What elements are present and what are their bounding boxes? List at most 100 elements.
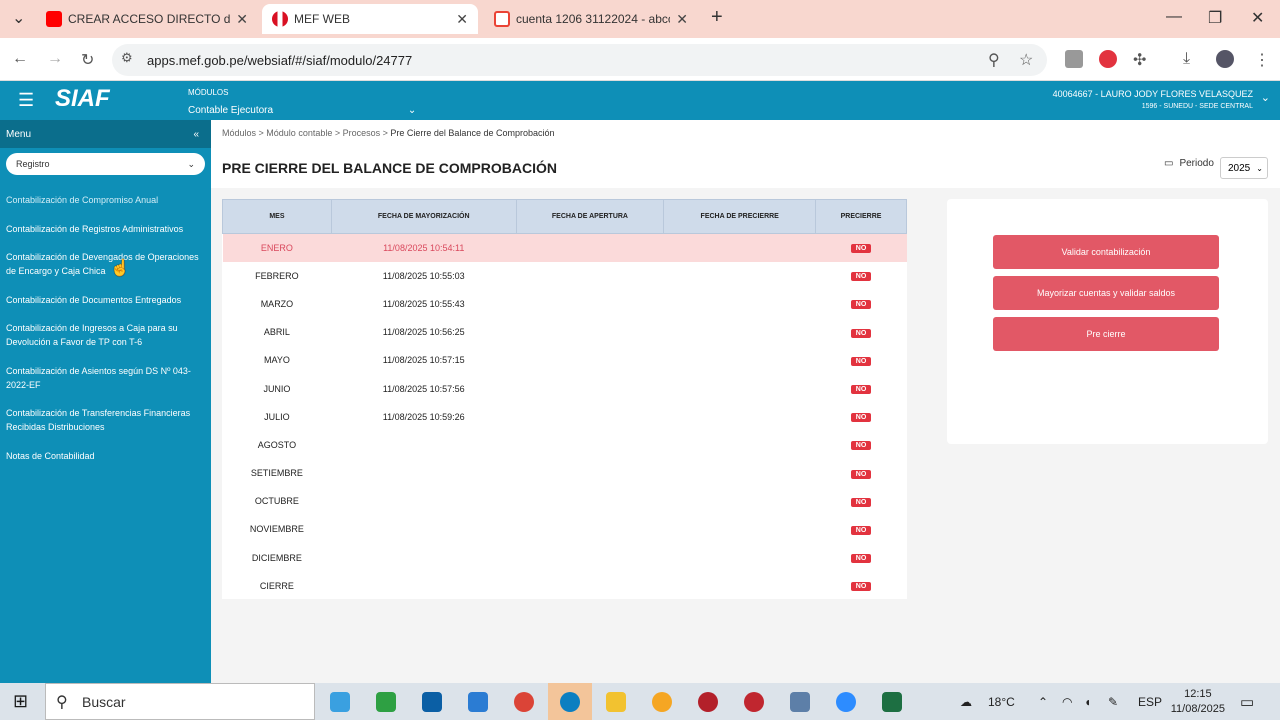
browser-menu-icon[interactable]: ⋮ — [1254, 50, 1270, 70]
menu-section-select[interactable]: Registro ⌄ — [6, 153, 205, 175]
table-row[interactable]: MARZO 11/08/2025 10:55:43 NO — [223, 290, 907, 318]
breadcrumb-item[interactable]: Módulos — [222, 128, 256, 138]
app-icon-3[interactable] — [652, 692, 672, 712]
app-icon-6[interactable] — [790, 692, 810, 712]
cell-precierre: NO — [816, 515, 907, 543]
excel-icon[interactable] — [882, 692, 902, 712]
module-selector[interactable]: Contable Ejecutora ⌄ — [188, 105, 416, 116]
taskbar-search[interactable]: ⚲ Buscar — [45, 683, 315, 720]
adblock-icon[interactable] — [1099, 50, 1117, 68]
sidebar-item-ingresos[interactable]: Contabilización de Ingresos a Caja para … — [0, 321, 211, 349]
windows-start-icon[interactable]: ⊞ — [13, 691, 28, 712]
back-icon[interactable]: ← — [12, 50, 28, 68]
validar-contabilizacion-button[interactable]: Validar contabilización — [993, 235, 1219, 269]
table-row[interactable]: CIERRE NO — [223, 572, 907, 600]
cell-fecha — [331, 515, 516, 543]
col-header-mayorizacion[interactable]: FECHA DE MAYORIZACIÓN — [330, 199, 517, 234]
col-header-fecha-precierre[interactable]: FECHA DE PRECIERRE — [663, 199, 817, 234]
url-bar[interactable]: apps.mef.gob.pe/websiaf/#/siaf/modulo/24… — [112, 44, 1047, 76]
table-row[interactable]: ENERO 11/08/2025 10:54:11 NO — [222, 233, 907, 262]
extensions-puzzle-icon[interactable]: ✣ — [1133, 50, 1146, 70]
close-window-icon[interactable]: ✕ — [1251, 8, 1264, 28]
months-table-card: MES FECHA DE MAYORIZACIÓN FECHA DE APERT… — [222, 199, 907, 599]
search-icon: ⚲ — [56, 694, 68, 711]
volume-icon[interactable]: ◖ — [1084, 695, 1091, 709]
table-row[interactable]: SETIEMBRE NO — [223, 459, 907, 487]
close-tab-icon[interactable]: ✕ — [676, 11, 688, 28]
cell-fecha-precierre — [664, 487, 816, 515]
file-explorer-icon[interactable] — [606, 692, 626, 712]
period-select[interactable]: 2025 ⌄ — [1220, 157, 1268, 179]
pre-cierre-button[interactable]: Pre cierre — [993, 317, 1219, 351]
breadcrumb-item[interactable]: Procesos — [343, 128, 381, 138]
table-row[interactable]: AGOSTO NO — [223, 431, 907, 459]
browser-tab-2[interactable]: MEF WEB ✕ — [262, 4, 478, 34]
table-row[interactable]: OCTUBRE NO — [223, 487, 907, 515]
tray-chevron-up-icon[interactable]: ⌃ — [1038, 695, 1048, 709]
cell-fecha — [331, 572, 516, 600]
chrome-icon[interactable] — [514, 692, 534, 712]
user-name[interactable]: 40064667 - LAURO JODY FLORES VELASQUEZ — [1053, 89, 1253, 99]
browser-tab-1[interactable]: CREAR ACCESO DIRECTO de ✕ — [36, 4, 258, 34]
pen-icon[interactable]: ✎ — [1108, 695, 1118, 709]
months-table: MES FECHA DE MAYORIZACIÓN FECHA DE APERT… — [222, 199, 907, 600]
menu-label: Menu — [6, 128, 32, 140]
sidebar-item-compromiso[interactable]: Contabilización de Compromiso Anual — [0, 193, 211, 207]
tab-search-icon[interactable]: ⌄ — [12, 8, 25, 28]
browser-tab-3[interactable]: cuenta 1206 31122024 - abccon ✕ — [484, 4, 698, 34]
system-clock[interactable]: 12:15 11/08/2025 — [1171, 687, 1225, 717]
cell-mes: ENERO — [222, 233, 332, 262]
status-badge: NO — [850, 244, 872, 254]
app-icon-2[interactable] — [376, 692, 396, 712]
table-row[interactable]: FEBRERO 11/08/2025 10:55:03 NO — [223, 262, 907, 290]
user-chevron-icon[interactable]: ⌄ — [1261, 91, 1270, 104]
table-row[interactable]: JULIO 11/08/2025 10:59:26 NO — [223, 403, 907, 431]
table-row[interactable]: ABRIL 11/08/2025 10:56:25 NO — [223, 318, 907, 346]
forward-icon[interactable]: → — [47, 50, 63, 68]
sidebar-item-devengados[interactable]: Contabilización de Devengados de Operaci… — [0, 250, 211, 278]
sidebar-item-transferencias[interactable]: Contabilización de Transferencias Financ… — [0, 406, 211, 434]
minimize-icon[interactable]: — — [1166, 8, 1182, 26]
zoom-app-icon[interactable] — [836, 692, 856, 712]
sidebar-item-documentos[interactable]: Contabilización de Documentos Entregados — [0, 293, 211, 307]
sidebar-item-registros[interactable]: Contabilización de Registros Administrat… — [0, 222, 211, 236]
table-row[interactable]: JUNIO 11/08/2025 10:57:56 NO — [223, 374, 907, 402]
status-badge: NO — [850, 525, 872, 535]
extension-icon[interactable] — [1065, 50, 1083, 68]
download-icon[interactable]: ⤓ — [1183, 50, 1190, 68]
col-header-apertura[interactable]: FECHA DE APERTURA — [515, 199, 665, 234]
table-row[interactable]: MAYO 11/08/2025 10:57:15 NO — [223, 346, 907, 374]
app-icon-5[interactable] — [744, 692, 764, 712]
chevron-down-icon: ⌄ — [1256, 163, 1263, 173]
hamburger-menu-icon[interactable]: ☰ — [18, 90, 34, 111]
tab-title: MEF WEB — [294, 12, 350, 26]
profile-avatar-icon[interactable] — [1216, 50, 1234, 68]
table-row[interactable]: NOVIEMBRE NO — [223, 515, 907, 543]
close-tab-icon[interactable]: ✕ — [456, 11, 468, 28]
new-tab-icon[interactable]: + — [711, 6, 723, 29]
close-tab-icon[interactable]: ✕ — [236, 11, 248, 28]
collapse-sidebar-icon[interactable]: « — [193, 129, 199, 140]
site-settings-icon[interactable]: ⚙ — [121, 50, 133, 66]
youtube-icon — [46, 11, 62, 27]
edge-icon[interactable] — [560, 692, 580, 712]
network-icon[interactable]: ◠ — [1062, 695, 1072, 709]
weather-temp[interactable]: 18°C — [988, 695, 1015, 709]
breadcrumb-item[interactable]: Módulo contable — [266, 128, 332, 138]
bookmark-star-icon[interactable]: ☆ — [1019, 50, 1033, 70]
app-icon-4[interactable] — [698, 692, 718, 712]
sidebar-item-notas[interactable]: Notas de Contabilidad — [0, 449, 211, 463]
zoom-icon[interactable]: ⚲ — [988, 50, 1000, 70]
store-icon[interactable] — [422, 692, 442, 712]
sidebar-item-asientos[interactable]: Contabilización de Asientos según DS Nº … — [0, 364, 211, 392]
col-header-precierre[interactable]: PRECIERRE — [815, 199, 907, 234]
notifications-icon[interactable]: ▭ — [1240, 693, 1254, 711]
table-row[interactable]: DICIEMBRE NO — [223, 544, 907, 572]
language-indicator[interactable]: ESP — [1138, 695, 1162, 709]
mail-icon[interactable] — [468, 692, 488, 712]
col-header-mes[interactable]: MES — [222, 199, 332, 234]
mayorizar-button[interactable]: Mayorizar cuentas y validar saldos — [993, 276, 1219, 310]
restore-icon[interactable]: ❐ — [1208, 8, 1222, 28]
app-icon-1[interactable] — [330, 692, 350, 712]
reload-icon[interactable]: ↻ — [81, 50, 94, 70]
